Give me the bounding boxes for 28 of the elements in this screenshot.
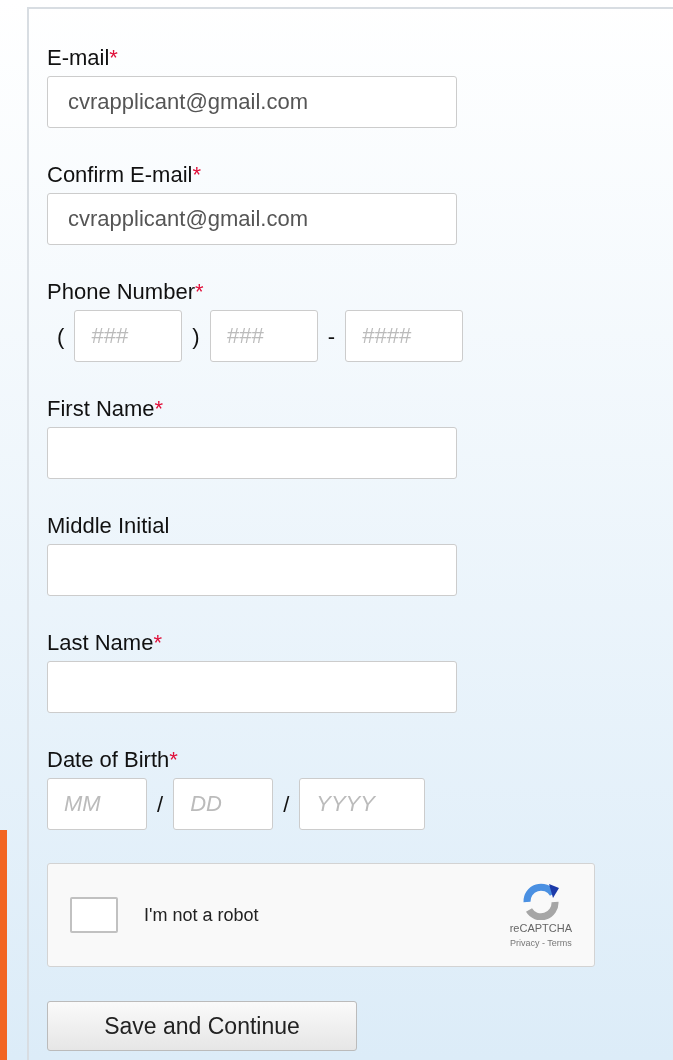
captcha-brand: reCAPTCHA bbox=[509, 921, 572, 936]
separator-text: / bbox=[282, 790, 291, 819]
checkbox[interactable] bbox=[70, 897, 118, 933]
input-field[interactable]: #### bbox=[345, 310, 463, 362]
input-field[interactable]: DD bbox=[173, 778, 274, 830]
input-field[interactable] bbox=[47, 661, 457, 713]
input-field[interactable]: MM bbox=[47, 778, 147, 830]
input-field[interactable]: ### bbox=[209, 310, 318, 362]
field-label: Phone Number* bbox=[47, 278, 204, 306]
input-field[interactable] bbox=[47, 544, 457, 596]
field-label: Date of Birth* bbox=[47, 746, 178, 774]
input-field[interactable]: cvrapplicant@gmail.com bbox=[47, 76, 457, 128]
captcha-label: I'm not a robot bbox=[144, 903, 259, 927]
field-label: Last Name* bbox=[47, 629, 162, 657]
separator-text: ) bbox=[191, 322, 201, 351]
input-field[interactable]: ### bbox=[74, 310, 183, 362]
input-field[interactable]: YYYY bbox=[299, 778, 426, 830]
field-label: Middle Initial bbox=[47, 512, 170, 540]
field-label: E-mail* bbox=[47, 44, 118, 72]
field-label: Confirm E-mail* bbox=[47, 161, 202, 189]
input-field[interactable]: cvrapplicant@gmail.com bbox=[47, 193, 457, 245]
separator-text: ( bbox=[56, 322, 66, 351]
field-label: First Name* bbox=[47, 395, 164, 423]
input-field[interactable] bbox=[47, 427, 457, 479]
save-and-continue-button[interactable]: Save and Continue bbox=[47, 1001, 357, 1051]
separator-text: / bbox=[156, 790, 165, 819]
separator-text: - bbox=[326, 322, 336, 351]
captcha-links[interactable]: Privacy - Terms bbox=[509, 936, 572, 950]
